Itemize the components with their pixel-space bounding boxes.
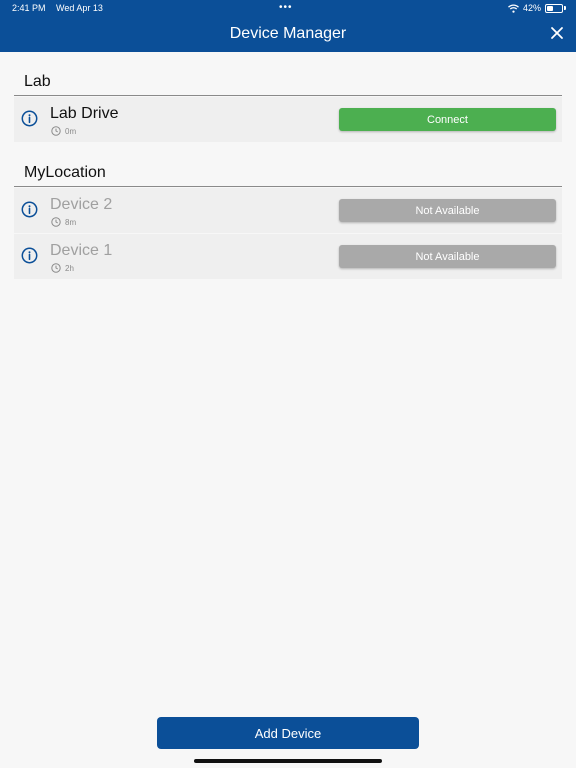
- add-device-button[interactable]: Add Device: [157, 717, 419, 749]
- clock-icon: [51, 126, 61, 136]
- multitasking-dots[interactable]: •••: [279, 2, 293, 13]
- device-row-device-2: Device 2 8m Not Available: [14, 188, 562, 233]
- app-header: 2:41 PM Wed Apr 13 ••• 42% Device Manage…: [0, 0, 576, 52]
- home-indicator[interactable]: [194, 759, 382, 763]
- last-seen-time: 2h: [65, 263, 74, 273]
- clock-icon: [51, 263, 61, 273]
- section-title-lab: Lab: [24, 73, 51, 90]
- device-name: Lab Drive: [50, 105, 119, 122]
- last-seen-time: 8m: [65, 217, 77, 227]
- device-row-lab-drive: Lab Drive 0m Connect: [14, 97, 562, 142]
- status-bar: 2:41 PM Wed Apr 13 ••• 42%: [0, 0, 576, 16]
- info-icon[interactable]: [21, 247, 38, 264]
- wifi-icon: [508, 3, 519, 13]
- device-last-seen: 0m: [51, 126, 76, 136]
- battery-icon: [545, 3, 563, 13]
- device-name: Device 1: [50, 242, 113, 259]
- device-last-seen: 8m: [51, 217, 76, 227]
- device-row-device-1: Device 1 2h Not Available: [14, 234, 562, 279]
- status-time: 2:41 PM: [12, 3, 46, 13]
- status-indicators: 42%: [508, 3, 566, 13]
- close-button[interactable]: [548, 24, 566, 42]
- section-divider: [14, 186, 562, 187]
- not-available-button[interactable]: Not Available: [339, 199, 556, 222]
- last-seen-time: 0m: [65, 126, 77, 136]
- close-icon: [551, 27, 563, 39]
- section-title-mylocation: MyLocation: [24, 164, 106, 181]
- section-divider: [14, 95, 562, 96]
- info-icon[interactable]: [21, 110, 38, 127]
- battery-cap: [564, 6, 566, 10]
- status-date: Wed Apr 13: [56, 3, 103, 13]
- device-name: Device 2: [50, 196, 113, 213]
- connect-button[interactable]: Connect: [339, 108, 556, 131]
- battery-percent: 42%: [522, 3, 541, 13]
- device-last-seen: 2h: [51, 263, 74, 273]
- clock-icon: [51, 217, 61, 227]
- not-available-button[interactable]: Not Available: [339, 245, 556, 268]
- page-title: Device Manager: [229, 25, 347, 42]
- info-icon[interactable]: [21, 201, 38, 218]
- status-time-date: 2:41 PM Wed Apr 13: [12, 3, 111, 13]
